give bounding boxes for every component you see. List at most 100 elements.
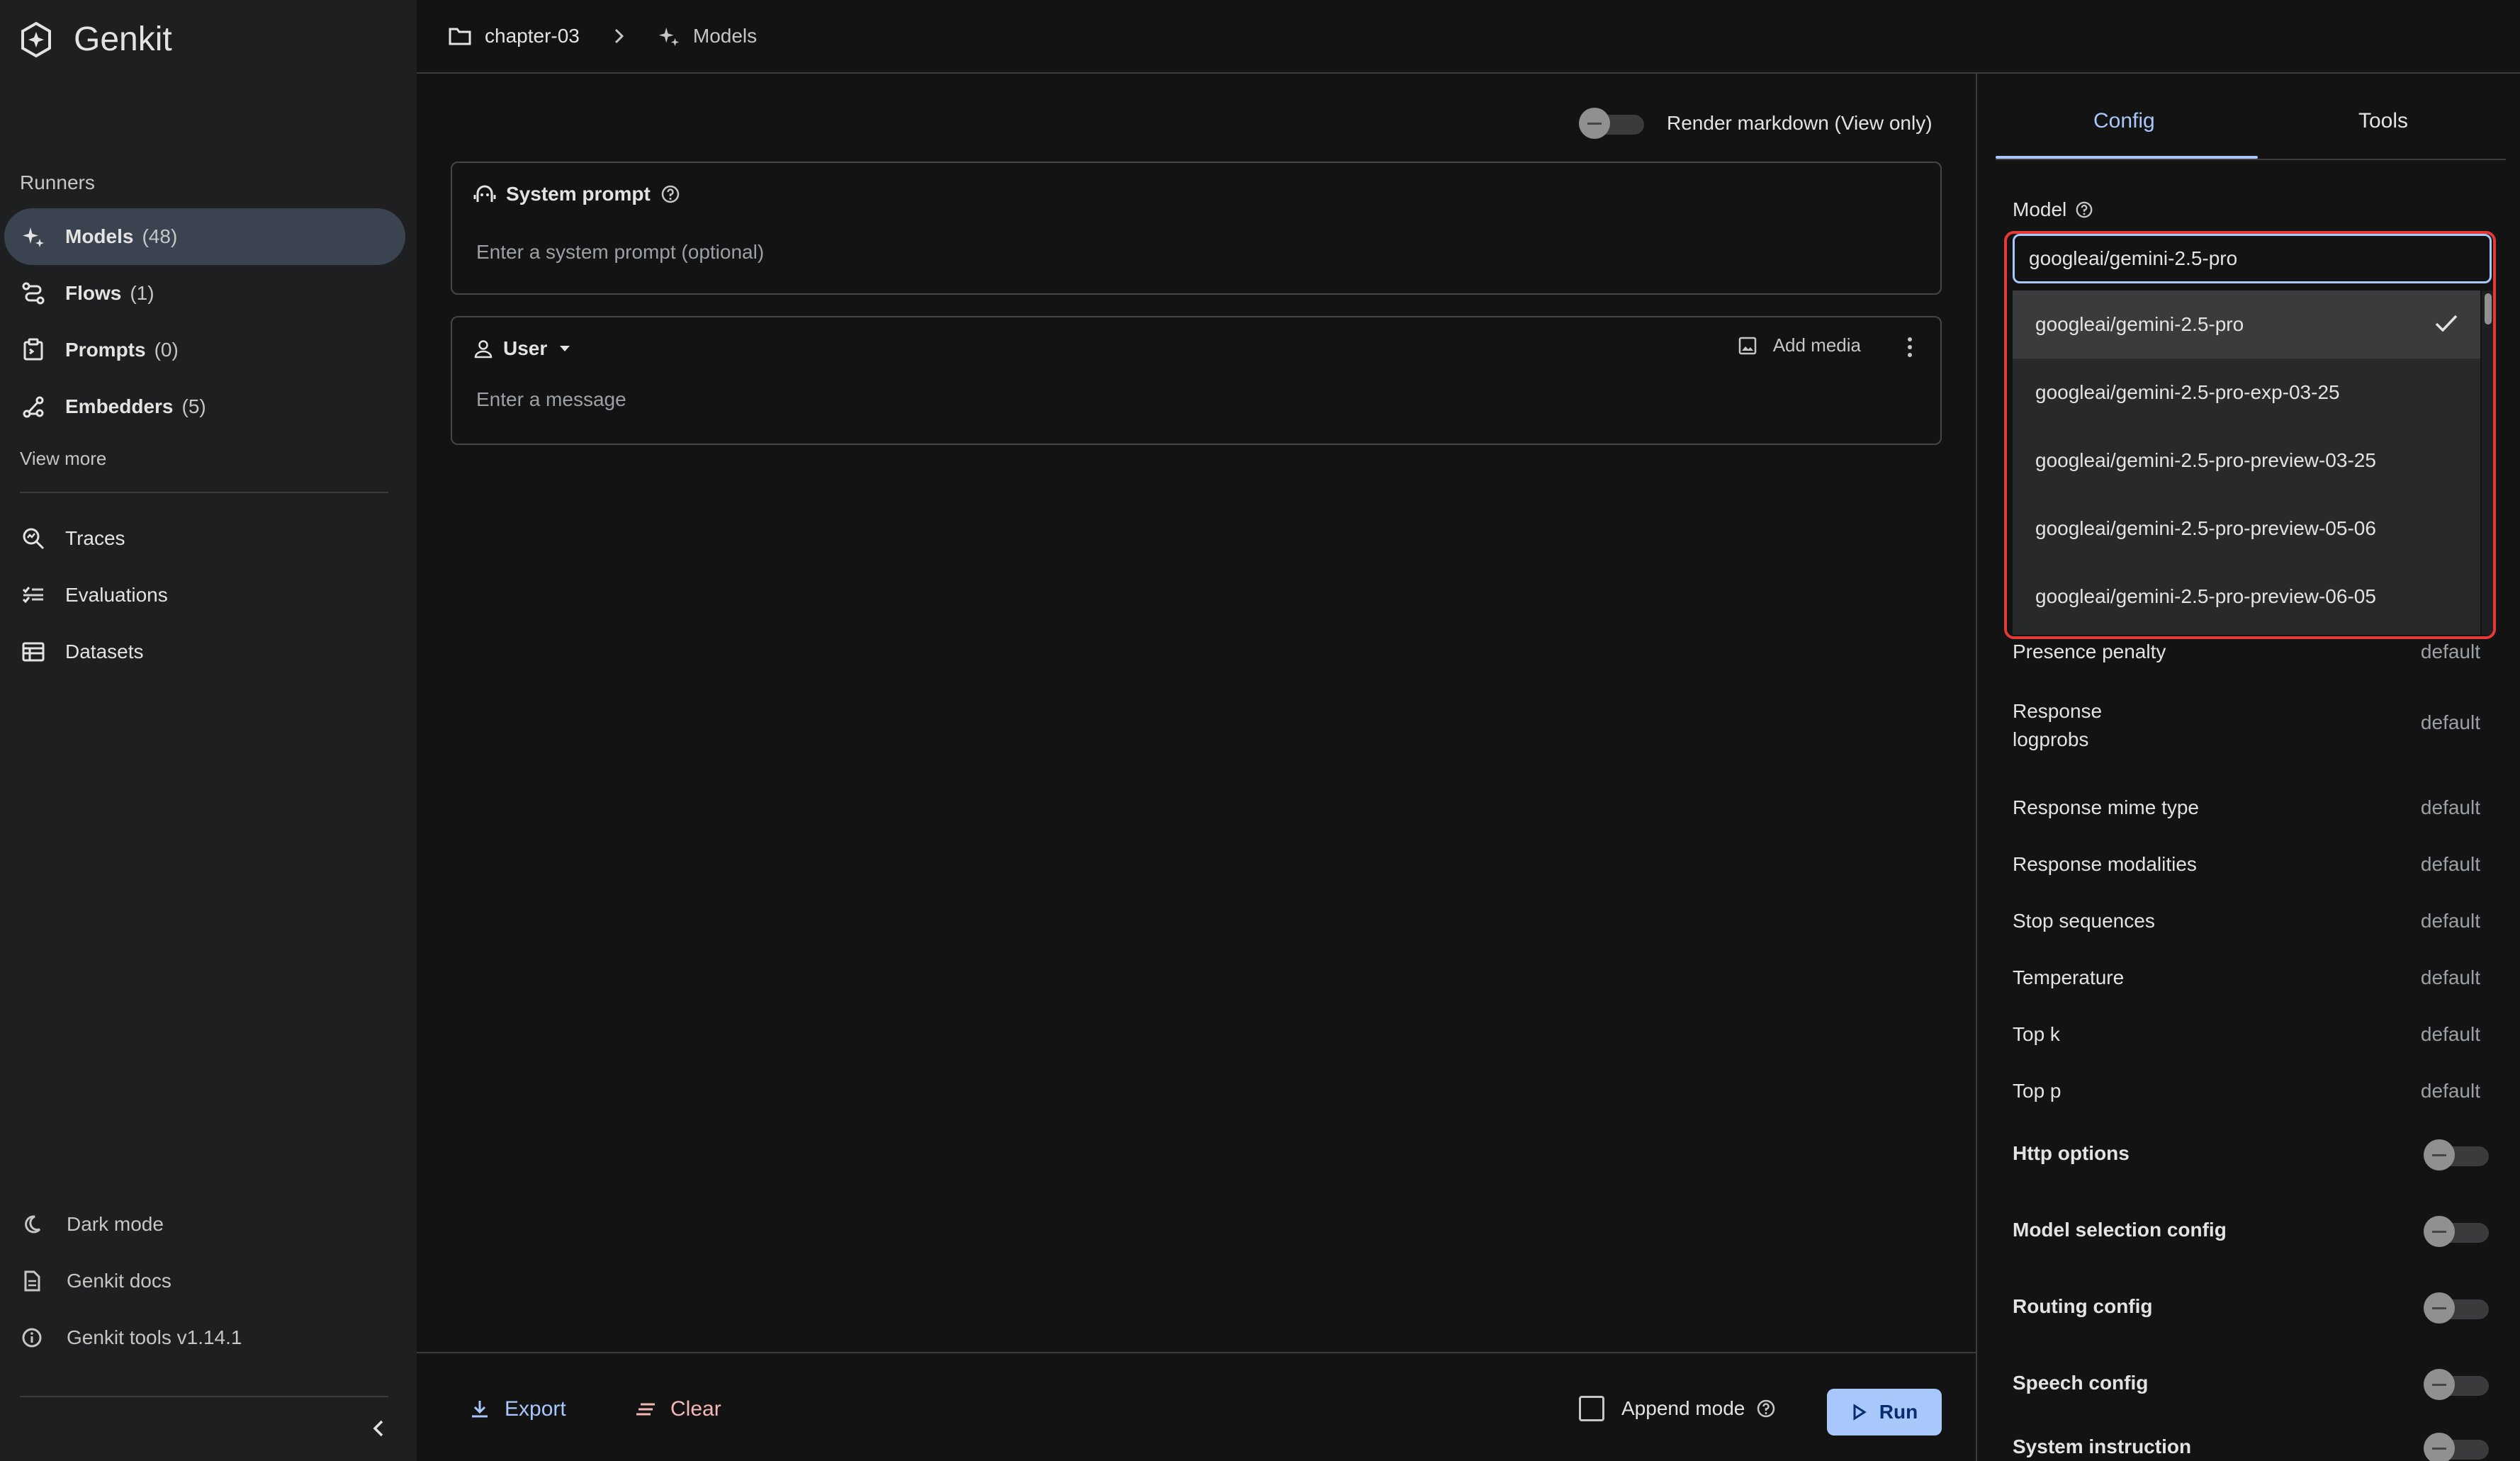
sidebar-divider	[20, 492, 388, 493]
search-traces-icon	[21, 526, 45, 551]
append-mode-label: Append mode	[1621, 1397, 1745, 1419]
caret-down-icon	[557, 343, 573, 354]
system-instruction-switch[interactable]	[2424, 1433, 2492, 1461]
embedder-icon	[21, 395, 45, 419]
model-field-label: Model	[2013, 198, 2093, 221]
user-message-card: User Add media Enter a message	[451, 316, 1942, 445]
active-tab-indicator	[1996, 156, 2258, 159]
sidebar-item-label: Models	[65, 225, 134, 247]
genkit-logo-icon	[20, 21, 52, 58]
append-mode-control: Append mode	[1579, 1396, 1776, 1421]
append-mode-checkbox[interactable]	[1579, 1396, 1604, 1421]
config-panel: Config Tools Model googleai/gemini-2.5-p…	[1976, 74, 2520, 1461]
breadcrumb-project[interactable]: chapter-03	[448, 25, 580, 47]
dark-mode-label: Dark mode	[67, 1213, 164, 1235]
action-bar: Export Clear Append mode Run	[417, 1352, 1976, 1461]
toggle-label: System instruction	[2013, 1435, 2192, 1457]
param-response-modalities[interactable]: Response modalities default	[2013, 853, 2480, 876]
param-response-logprobs[interactable]: Response logprobs default	[2013, 697, 2480, 754]
http-options-switch[interactable]	[2424, 1139, 2492, 1171]
genkit-docs-link[interactable]: Genkit docs	[21, 1270, 171, 1292]
toggle-label: Routing config	[2013, 1295, 2153, 1317]
param-temperature[interactable]: Temperature default	[2013, 966, 2480, 989]
param-name: Response logprobs	[2013, 700, 2103, 750]
sidebar-item-label: Evaluations	[65, 584, 168, 606]
sidebar-item-label: Flows	[65, 282, 122, 304]
param-name: Response mime type	[2013, 796, 2200, 818]
sidebar-item-embedders[interactable]: Embedders (5)	[4, 378, 405, 435]
param-value: default	[2420, 966, 2480, 988]
routing-config-switch[interactable]	[2424, 1292, 2492, 1324]
moon-icon	[21, 1214, 43, 1235]
toggle-label: Http options	[2013, 1142, 2130, 1164]
toggle-routing-config: Routing config	[2013, 1292, 2494, 1324]
info-icon	[21, 1327, 43, 1348]
table-icon	[21, 640, 45, 664]
add-media-button[interactable]: Add media	[1738, 334, 1861, 356]
param-value: default	[2420, 796, 2480, 818]
prompt-icon	[21, 338, 45, 362]
genkit-tools-label: Genkit tools v1.14.1	[67, 1326, 242, 1348]
param-name: Top k	[2013, 1023, 2060, 1045]
model-selection-config-switch[interactable]	[2424, 1216, 2492, 1247]
toggle-http-options: Http options	[2013, 1139, 2494, 1171]
breadcrumb-page: Models	[658, 25, 757, 47]
help-icon[interactable]	[2075, 201, 2093, 219]
role-selector[interactable]: User	[473, 337, 573, 360]
speech-config-switch[interactable]	[2424, 1369, 2492, 1400]
collapse-sidebar-button[interactable]	[366, 1416, 391, 1441]
sidebar-item-evaluations[interactable]: Evaluations	[4, 567, 405, 624]
param-name: Top p	[2013, 1080, 2061, 1102]
view-more-link[interactable]: View more	[20, 448, 106, 470]
render-markdown-label: Render markdown (View only)	[1667, 112, 1933, 134]
sidebar-item-count: (1)	[130, 282, 154, 304]
genkit-tools-version[interactable]: Genkit tools v1.14.1	[21, 1326, 242, 1349]
sidebar: Genkit Runners Models (48) Flows (1) Pro…	[0, 0, 417, 1461]
robot-head-icon	[473, 184, 496, 205]
brand-name: Genkit	[74, 21, 172, 58]
param-response-mime-type[interactable]: Response mime type default	[2013, 796, 2480, 819]
sidebar-item-count: (48)	[142, 225, 178, 247]
sidebar-footer-divider	[20, 1396, 388, 1397]
toggle-label: Speech config	[2013, 1372, 2149, 1394]
message-input[interactable]: Enter a message	[476, 388, 626, 411]
highlight-annotation	[2004, 231, 2496, 639]
flow-icon	[21, 281, 45, 305]
param-stop-sequences[interactable]: Stop sequences default	[2013, 910, 2480, 932]
sidebar-item-prompts[interactable]: Prompts (0)	[4, 322, 405, 378]
tab-tools[interactable]: Tools	[2358, 109, 2408, 133]
param-value: default	[2420, 1023, 2480, 1045]
system-prompt-input[interactable]: Enter a system prompt (optional)	[476, 241, 764, 264]
sidebar-item-count: (5)	[181, 395, 206, 417]
sidebar-item-flows[interactable]: Flows (1)	[4, 265, 405, 322]
checklist-icon	[21, 583, 45, 607]
more-options-icon[interactable]	[1906, 336, 1913, 359]
tab-divider	[1996, 159, 2506, 160]
system-prompt-card: System prompt Enter a system prompt (opt…	[451, 162, 1942, 295]
sidebar-item-label: Traces	[65, 527, 125, 549]
param-presence-penalty[interactable]: Presence penalty default	[2013, 641, 2480, 663]
toggle-label: Model selection config	[2013, 1219, 2227, 1241]
document-icon	[21, 1270, 43, 1292]
help-icon[interactable]	[660, 184, 680, 204]
param-name: Temperature	[2013, 966, 2125, 988]
chevron-right-icon	[612, 27, 625, 45]
param-value: default	[2420, 641, 2480, 662]
render-markdown-toggle[interactable]	[1579, 108, 1647, 139]
param-top-p[interactable]: Top p default	[2013, 1080, 2480, 1102]
sidebar-item-datasets[interactable]: Datasets	[4, 624, 405, 680]
dark-mode-toggle[interactable]: Dark mode	[21, 1213, 164, 1236]
breadcrumb-page-label: Models	[692, 25, 758, 47]
tab-config[interactable]: Config	[2093, 109, 2155, 133]
sidebar-item-models[interactable]: Models (48)	[4, 208, 405, 265]
brand[interactable]: Genkit	[20, 20, 172, 59]
chevron-left-icon	[370, 1418, 387, 1438]
sidebar-item-traces[interactable]: Traces	[4, 510, 405, 567]
run-button[interactable]: Run	[1827, 1389, 1942, 1435]
help-icon[interactable]	[1756, 1399, 1776, 1418]
breadcrumb: chapter-03 Models	[417, 0, 2520, 74]
clear-button[interactable]: Clear	[635, 1397, 721, 1421]
export-button[interactable]: Export	[469, 1397, 566, 1421]
param-top-k[interactable]: Top k default	[2013, 1023, 2480, 1046]
sidebar-item-label: Embedders	[65, 395, 174, 417]
